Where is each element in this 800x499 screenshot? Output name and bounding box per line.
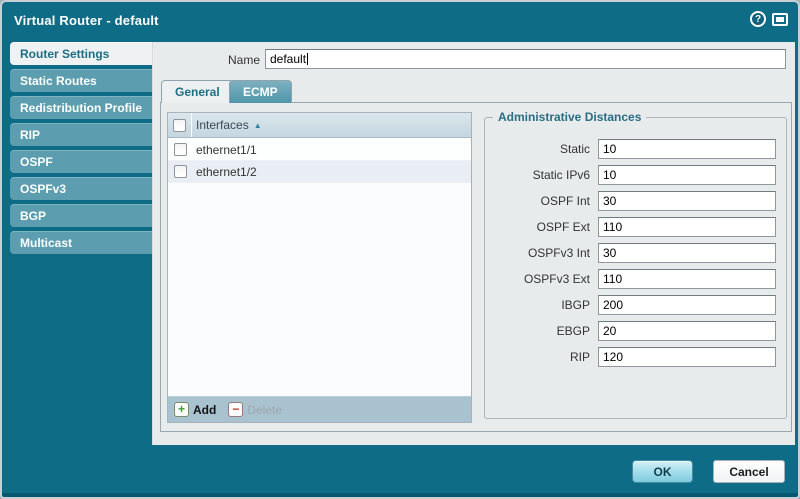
tab-ecmp[interactable]: ECMP <box>229 80 292 103</box>
field-row-rip: RIP <box>485 347 786 367</box>
interfaces-header-label: Interfaces <box>196 118 249 132</box>
ospfv3-ext-input[interactable] <box>598 269 776 289</box>
name-input[interactable]: default <box>265 49 786 69</box>
help-icon[interactable]: ? <box>750 11 766 27</box>
ospf-int-input[interactable] <box>598 191 776 211</box>
field-row-ospfv3-int: OSPFv3 Int <box>485 243 786 263</box>
static-label: Static <box>485 142 590 156</box>
tab-general[interactable]: General <box>161 80 234 103</box>
titlebar: Virtual Router - default ? <box>2 2 798 40</box>
ok-button[interactable]: OK <box>632 460 693 483</box>
field-row-ibgp: IBGP <box>485 295 786 315</box>
ospfv3-ext-label: OSPFv3 Ext <box>485 272 590 286</box>
window-icon[interactable] <box>772 13 788 26</box>
general-tab-panel: Interfaces ▲ ethernet1/1 ethernet1/2 <box>160 102 792 432</box>
name-value: default <box>270 52 306 66</box>
interfaces-list: Interfaces ▲ ethernet1/1 ethernet1/2 <box>167 112 472 423</box>
delete-button-label: Delete <box>247 403 282 417</box>
field-row-ospf-ext: OSPF Ext <box>485 217 786 237</box>
ospfv3-int-input[interactable] <box>598 243 776 263</box>
virtual-router-dialog: Virtual Router - default ? Router Settin… <box>0 0 800 499</box>
rip-label: RIP <box>485 350 590 364</box>
sidebar-item-static-routes[interactable]: Static Routes <box>10 69 152 92</box>
header-checkbox-cell <box>168 113 192 137</box>
static-ipv6-label: Static IPv6 <box>485 168 590 182</box>
cancel-button[interactable]: Cancel <box>713 460 785 483</box>
row-checkbox-cell <box>168 161 192 182</box>
sidebar-item-router-settings[interactable]: Router Settings <box>10 42 152 65</box>
text-caret <box>307 53 308 65</box>
sidebar-item-rip[interactable]: RIP <box>10 123 152 146</box>
add-button-label: Add <box>193 403 216 417</box>
dialog-bottom-shadow <box>2 493 798 497</box>
minus-icon: − <box>228 402 243 417</box>
field-row-static-ipv6: Static IPv6 <box>485 165 786 185</box>
ebgp-input[interactable] <box>598 321 776 341</box>
select-all-checkbox[interactable] <box>173 119 186 132</box>
content-panel: Name default General ECMP Interfaces ▲ <box>152 42 795 445</box>
static-input[interactable] <box>598 139 776 159</box>
administrative-distances-group: Administrative Distances Static Static I… <box>484 117 787 419</box>
screen: Virtual Router - default ? Router Settin… <box>0 0 800 499</box>
field-row-ospf-int: OSPF Int <box>485 191 786 211</box>
row-checkbox[interactable] <box>174 143 187 156</box>
administrative-distances-legend: Administrative Distances <box>493 110 646 124</box>
sidebar-item-multicast[interactable]: Multicast <box>10 231 152 254</box>
sidebar-item-bgp[interactable]: BGP <box>10 204 152 227</box>
plus-icon: + <box>174 402 189 417</box>
row-checkbox[interactable] <box>174 165 187 178</box>
field-row-ebgp: EBGP <box>485 321 786 341</box>
field-row-ospfv3-ext: OSPFv3 Ext <box>485 269 786 289</box>
ospf-ext-label: OSPF Ext <box>485 220 590 234</box>
sidebar-item-ospfv3[interactable]: OSPFv3 <box>10 177 152 200</box>
field-row-static: Static <box>485 139 786 159</box>
page-title: Virtual Router - default <box>14 13 159 28</box>
interface-name: ethernet1/1 <box>196 143 257 157</box>
interfaces-toolbar: + Add − Delete <box>168 396 471 422</box>
ibgp-label: IBGP <box>485 298 590 312</box>
interfaces-column-header[interactable]: Interfaces ▲ <box>168 113 471 138</box>
ospf-ext-input[interactable] <box>598 217 776 237</box>
interface-row-ethernet1-1[interactable]: ethernet1/1 <box>168 139 471 161</box>
titlebar-icons: ? <box>750 11 788 27</box>
delete-button[interactable]: − Delete <box>228 402 282 417</box>
add-button[interactable]: + Add <box>174 402 216 417</box>
row-checkbox-cell <box>168 139 192 160</box>
sidebar-item-ospf[interactable]: OSPF <box>10 150 152 173</box>
ebgp-label: EBGP <box>485 324 590 338</box>
sidebar-item-redistribution-profile[interactable]: Redistribution Profile <box>10 96 152 119</box>
ibgp-input[interactable] <box>598 295 776 315</box>
sidebar: Router Settings Static Routes Redistribu… <box>10 42 152 258</box>
ospf-int-label: OSPF Int <box>485 194 590 208</box>
ospfv3-int-label: OSPFv3 Int <box>485 246 590 260</box>
interface-name: ethernet1/2 <box>196 165 257 179</box>
static-ipv6-input[interactable] <box>598 165 776 185</box>
interface-row-ethernet1-2[interactable]: ethernet1/2 <box>168 161 471 183</box>
sort-ascending-icon: ▲ <box>254 121 262 130</box>
name-label: Name <box>160 53 260 67</box>
rip-input[interactable] <box>598 347 776 367</box>
